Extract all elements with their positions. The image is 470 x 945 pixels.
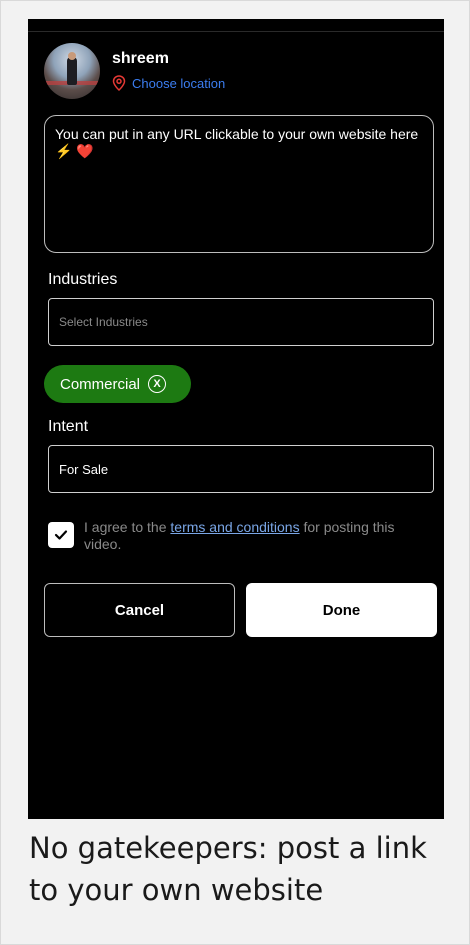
post-details-screen: shreem Choose location You can put in an…: [28, 19, 444, 819]
description-textarea[interactable]: You can put in any URL clickable to your…: [44, 115, 434, 253]
chip-label: Commercial: [60, 375, 141, 393]
caption: No gatekeepers: post a link to your own …: [29, 831, 427, 907]
choose-location-label: Choose location: [132, 75, 226, 91]
agreement-text: I agree to the terms and conditions for …: [84, 519, 414, 553]
agree-checkbox[interactable]: [48, 522, 74, 548]
intent-select[interactable]: For Sale: [48, 445, 434, 493]
divider: [28, 31, 444, 32]
avatar[interactable]: [44, 43, 100, 99]
industries-select[interactable]: Select Industries: [48, 298, 434, 346]
location-pin-icon: [112, 75, 126, 91]
industries-label: Industries: [48, 271, 118, 288]
checkmark-icon: [54, 530, 68, 540]
cancel-button[interactable]: Cancel: [44, 583, 235, 637]
avatar-head: [68, 52, 76, 60]
agreement-prefix: I agree to the: [84, 519, 171, 535]
remove-chip-icon[interactable]: X: [148, 375, 167, 393]
intent-value: For Sale: [59, 461, 109, 477]
intent-label: Intent: [48, 418, 89, 435]
screenshot-frame: shreem Choose location You can put in an…: [0, 0, 470, 945]
industry-chip-commercial: Commercial X: [44, 365, 191, 403]
avatar-figure: [67, 57, 77, 85]
terms-link[interactable]: terms and conditions: [170, 519, 299, 535]
industries-placeholder: Select Industries: [59, 315, 148, 329]
done-button[interactable]: Done: [246, 583, 437, 637]
username: shreem: [112, 50, 169, 67]
choose-location-button[interactable]: Choose location: [112, 75, 225, 91]
